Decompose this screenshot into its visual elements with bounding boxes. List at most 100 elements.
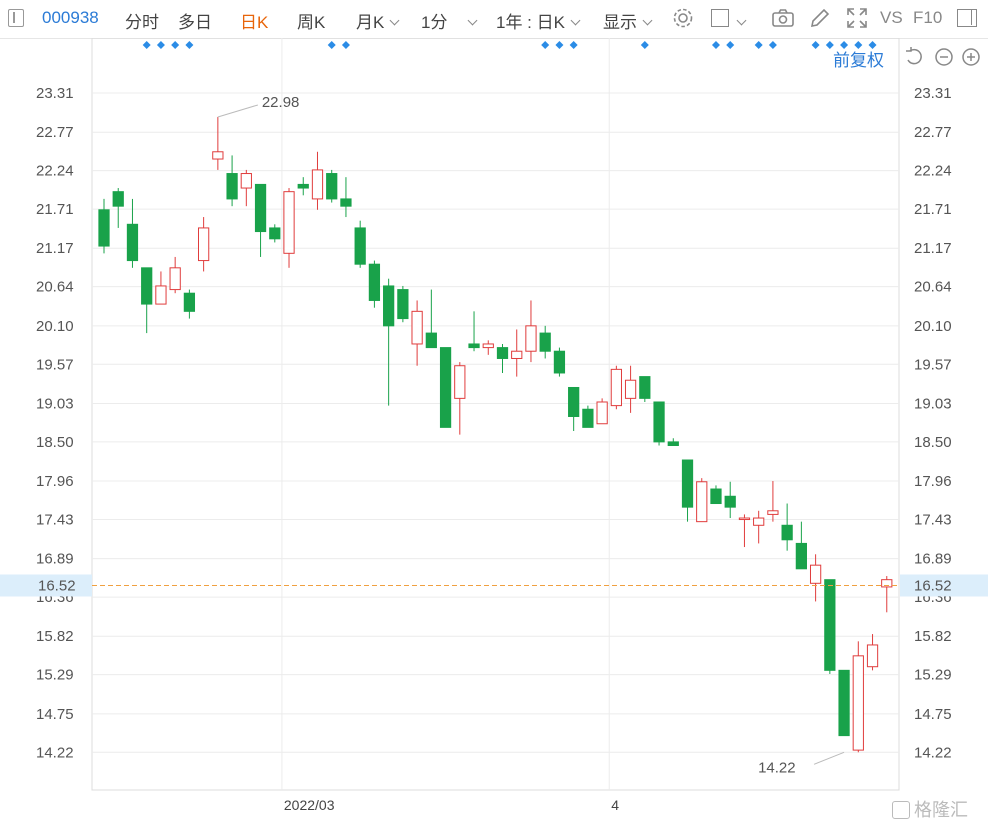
candle-body-down [795, 542, 807, 570]
candle [112, 188, 124, 228]
candle-body-down [724, 495, 736, 508]
candle-body-down [141, 267, 153, 305]
candle-body-down [183, 292, 196, 312]
plot-frame [91, 38, 900, 791]
candle [468, 311, 480, 352]
current-price-label-left: 16.52 [38, 577, 76, 594]
y-tick-label-left: 22.77 [36, 124, 74, 141]
candle [439, 347, 452, 428]
tab-minute-select[interactable]: 1分 [421, 8, 478, 33]
tab-monthly-k-label: 月K [356, 13, 385, 32]
candle-body-up [283, 191, 295, 254]
y-tick-label-right: 23.31 [914, 85, 952, 102]
event-marker [754, 41, 763, 49]
range-select[interactable]: 1年 : 日K [496, 8, 581, 33]
candle-body-up [240, 173, 252, 189]
candle [881, 576, 893, 613]
candle [596, 398, 608, 425]
candle-body-down [639, 376, 651, 399]
range-select-label: 1年 : 日K [496, 13, 565, 32]
candle-body-down [710, 488, 722, 505]
candle [781, 503, 793, 551]
y-tick-label-left: 14.22 [36, 744, 74, 761]
candle [340, 177, 352, 218]
y-tick-label-right: 22.77 [914, 124, 952, 141]
y-tick-label-left: 14.75 [36, 706, 74, 723]
candle [639, 376, 651, 402]
y-tick-label-left: 19.03 [36, 395, 74, 412]
candle-body-down [838, 669, 850, 737]
candle-body-down [439, 347, 452, 428]
candle [539, 325, 551, 359]
event-marker [726, 41, 735, 49]
tab-daily-k[interactable]: 日K [240, 8, 268, 33]
candle-body-down [269, 227, 281, 240]
event-marker [142, 41, 151, 49]
event-marker [541, 41, 550, 49]
y-tick-label-left: 21.71 [36, 201, 74, 218]
sidebar-toggle-icon[interactable] [8, 9, 24, 27]
candle-body-down [354, 227, 366, 265]
watermark-logo-icon [892, 801, 910, 819]
candle [582, 405, 594, 428]
display-menu[interactable]: 显示 [603, 8, 653, 33]
candle [610, 365, 622, 410]
chevron-down-icon[interactable] [736, 15, 747, 26]
fullscreen-icon[interactable] [845, 6, 869, 30]
event-marker [327, 41, 336, 49]
candle-body-down [781, 524, 793, 541]
x-tick-label: 2022/03 [284, 797, 335, 813]
gear-icon[interactable] [671, 6, 695, 30]
candle [383, 278, 395, 406]
y-tick-label-right: 15.82 [914, 628, 952, 645]
camera-icon[interactable] [771, 6, 795, 30]
min-price-label: 14.22 [758, 759, 796, 776]
candle-body-up [753, 517, 765, 526]
candle [653, 401, 665, 446]
candle [724, 481, 736, 519]
candle [568, 386, 580, 431]
candle-body-down [553, 350, 566, 374]
tab-monthly-k[interactable]: 月K [356, 8, 400, 33]
candlestick-chart[interactable]: 23.31 23.31 22.77 22.77 22.24 22.24 21.71 21.71… [0, 38, 988, 828]
candle-body-down [496, 347, 509, 359]
event-marker [569, 41, 578, 49]
candle [354, 220, 366, 268]
panel-toggle-icon[interactable] [957, 9, 977, 27]
tab-minute-label: 1分 [421, 13, 448, 32]
candle-body-down [326, 173, 338, 200]
candle [482, 340, 494, 355]
candle [511, 329, 523, 377]
stock-code[interactable]: 000938 [42, 8, 99, 28]
event-marker [768, 41, 777, 49]
f10-button[interactable]: F10 [913, 8, 942, 28]
y-tick-label-right: 15.29 [914, 667, 952, 684]
tab-intraday[interactable]: 分时 [125, 8, 159, 33]
candle-body-up [311, 169, 324, 200]
candle-body-up [852, 655, 864, 751]
candle-body-down [468, 343, 480, 349]
chart-toolbar: 000938 分时 多日 日K 周K 月K 1分 1年 : 日K 显示 VS F… [0, 0, 988, 39]
event-marker [711, 41, 720, 49]
candle [212, 116, 224, 170]
candle [198, 217, 210, 272]
candle-body-down [539, 332, 551, 352]
tab-weekly-k[interactable]: 周K [297, 8, 325, 33]
compare-button[interactable]: VS [880, 8, 903, 28]
candle-body-up [767, 510, 779, 515]
event-marker [825, 41, 834, 49]
watermark: 格隆汇 [892, 796, 968, 822]
candle-body-down [226, 173, 238, 200]
chevron-down-icon [389, 15, 400, 26]
y-tick-label-left: 16.89 [36, 551, 74, 568]
candle [269, 224, 281, 243]
y-tick-label-left: 15.82 [36, 628, 74, 645]
event-marker [854, 41, 863, 49]
candle [681, 459, 694, 522]
candle-body-down [126, 223, 139, 262]
checkbox-icon[interactable] [711, 9, 729, 27]
candle-body-up [511, 350, 523, 359]
tab-multi-day[interactable]: 多日 [178, 8, 212, 33]
event-marker [811, 41, 820, 49]
pencil-icon[interactable] [808, 6, 832, 30]
